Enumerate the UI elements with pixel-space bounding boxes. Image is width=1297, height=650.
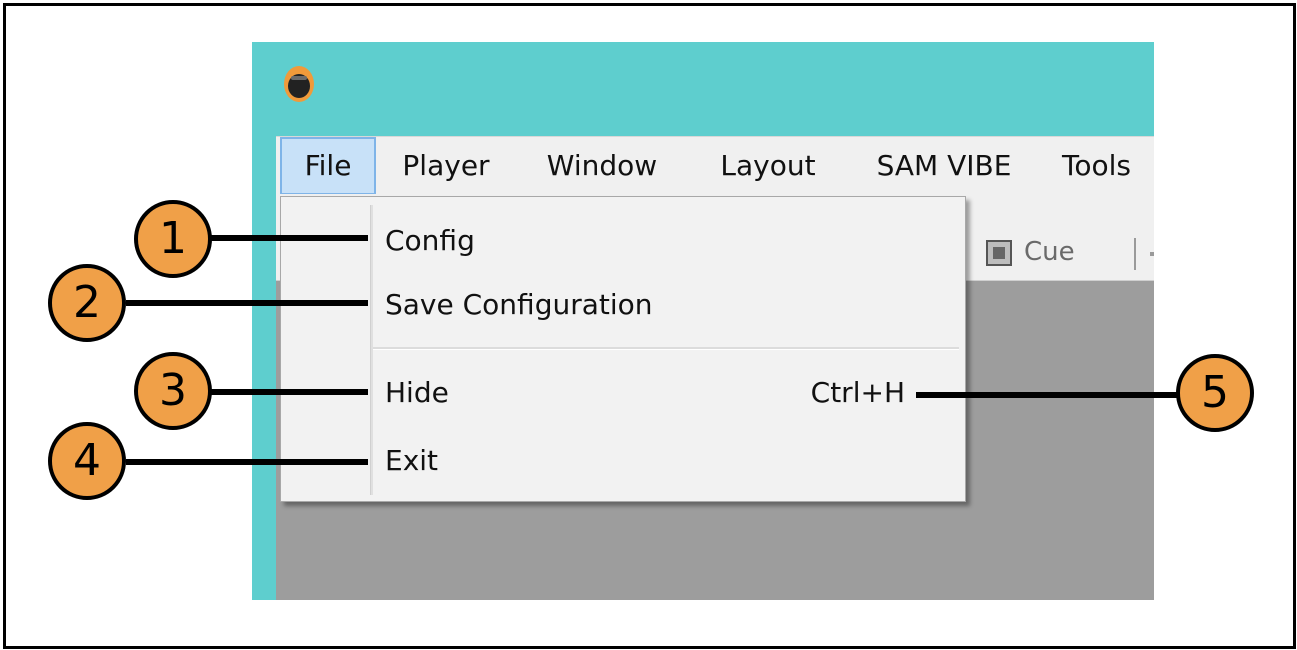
menu-separator xyxy=(373,347,959,350)
menu-bar: File Player Window Layout SAM VIBE Tools xyxy=(276,136,1154,195)
menu-layout[interactable]: Layout xyxy=(708,137,828,195)
callout-line-1 xyxy=(210,235,368,241)
callout-line-2 xyxy=(126,300,368,306)
menu-tools[interactable]: Tools xyxy=(1062,137,1154,195)
callout-3: 3 xyxy=(134,352,212,430)
menu-sam-vibe[interactable]: SAM VIBE xyxy=(864,137,1024,195)
cue-stop-icon[interactable] xyxy=(986,240,1012,266)
file-menu-dropdown: Config Save Configuration Hide Ctrl+H Ex… xyxy=(280,196,966,502)
menu-window[interactable]: Window xyxy=(532,137,672,195)
menu-item-hide[interactable]: Hide xyxy=(385,373,449,413)
hide-shortcut: Ctrl+H xyxy=(810,376,905,409)
menu-item-config[interactable]: Config xyxy=(385,221,475,261)
cue-label[interactable]: Cue xyxy=(1024,234,1075,270)
menu-icon-gutter xyxy=(370,205,373,495)
toolbar-divider xyxy=(1150,252,1154,256)
callout-1: 1 xyxy=(134,200,212,278)
menu-item-exit[interactable]: Exit xyxy=(385,441,438,481)
callout-line-4 xyxy=(126,459,368,465)
menu-player[interactable]: Player xyxy=(390,137,502,195)
menu-file[interactable]: File xyxy=(280,137,376,195)
callout-5: 5 xyxy=(1176,354,1254,432)
toolbar-divider xyxy=(1134,238,1136,270)
callout-4: 4 xyxy=(48,422,126,500)
callout-line-3 xyxy=(210,389,368,395)
menu-item-save-configuration[interactable]: Save Configuration xyxy=(385,285,653,325)
callout-line-5 xyxy=(916,392,1180,398)
app-logo-icon[interactable] xyxy=(284,66,314,102)
callout-2: 2 xyxy=(48,264,126,342)
